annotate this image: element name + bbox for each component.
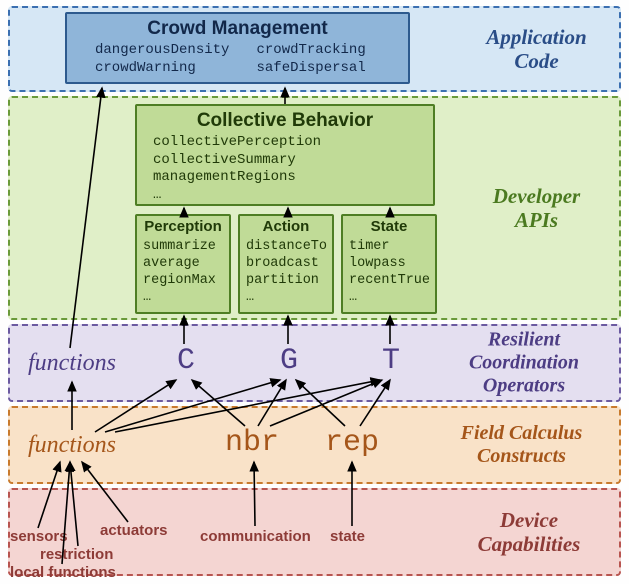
op-functions-res: functions <box>28 350 116 377</box>
dc-state: state <box>330 528 365 545</box>
layer-label-dev: Developer APIs <box>464 184 609 232</box>
op-C: C <box>177 344 195 378</box>
dc-local-functions: local functions <box>10 564 116 581</box>
box-act-items: distanceTo broadcast partition … <box>244 239 328 307</box>
box-crowd-management: Crowd Management dangerousDensity crowdW… <box>65 12 410 84</box>
box-act-title: Action <box>244 218 328 235</box>
box-cm-items: dangerousDensity crowdWarning crowdTrack… <box>77 42 398 77</box>
box-cm-title: Crowd Management <box>77 18 398 40</box>
box-per-title: Perception <box>141 218 225 235</box>
box-cb-items: collectivePerception collectiveSummary m… <box>147 134 423 204</box>
op-T: T <box>382 344 400 378</box>
dc-communication: communication <box>200 528 311 545</box>
diagram-canvas: Application Code Developer APIs Resilien… <box>0 0 629 584</box>
box-perception: Perception summarize average regionMax … <box>135 214 231 314</box>
box-cb-title: Collective Behavior <box>147 110 423 132</box>
op-nbr: nbr <box>225 426 279 460</box>
layer-label-app: Application Code <box>464 25 609 73</box>
box-per-items: summarize average regionMax … <box>141 239 225 307</box>
op-rep: rep <box>325 426 379 460</box>
box-sta-title: State <box>347 218 431 235</box>
dc-actuators: actuators <box>100 522 168 539</box>
op-functions-fc: functions <box>28 432 116 459</box>
op-G: G <box>280 344 298 378</box>
layer-label-fc: Field Calculus Constructs <box>434 422 609 468</box>
dc-restriction: restriction <box>40 546 113 563</box>
box-state: State timer lowpass recentTrue … <box>341 214 437 314</box>
box-action: Action distanceTo broadcast partition … <box>238 214 334 314</box>
layer-label-dc: Device Capabilities <box>449 508 609 556</box>
layer-label-res: Resilient Coordination Operators <box>439 329 609 398</box>
dc-sensors: sensors <box>10 528 68 545</box>
box-sta-items: timer lowpass recentTrue … <box>347 239 431 307</box>
box-collective-behavior: Collective Behavior collectivePerception… <box>135 104 435 206</box>
